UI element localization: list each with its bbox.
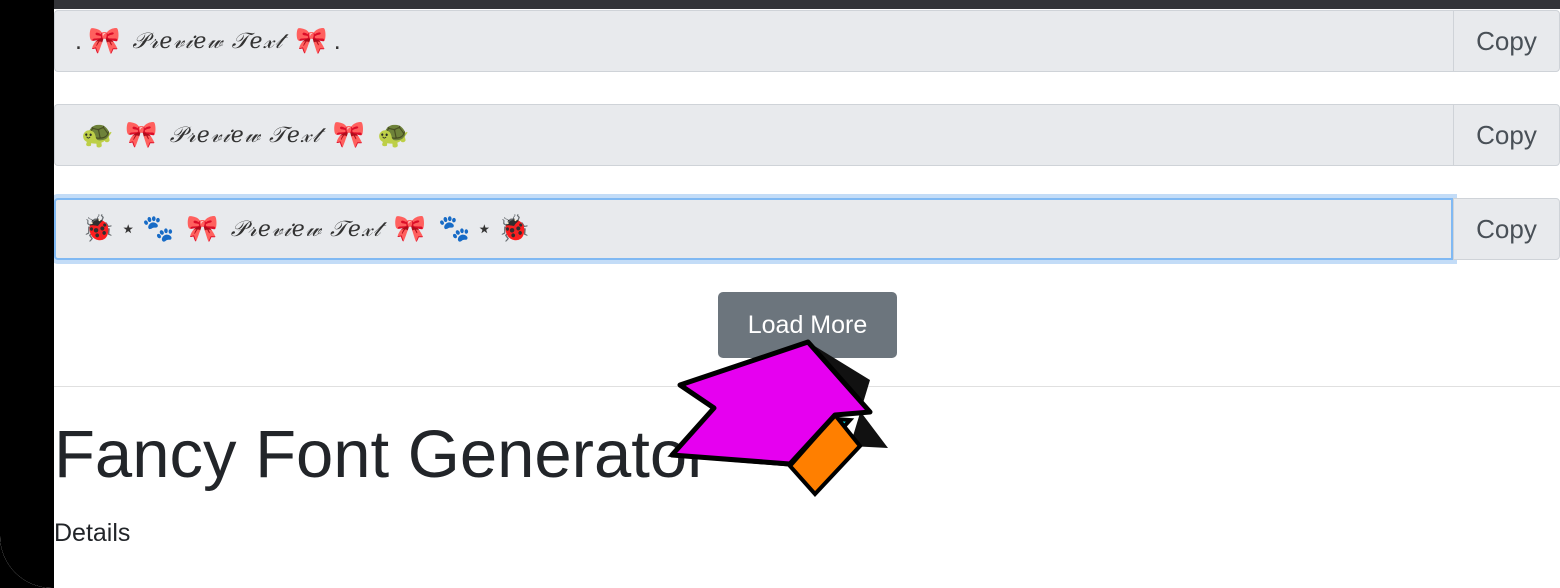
3d-arrow-cursor-icon [667, 339, 888, 497]
browser-viewport: . 🎀 𝒫𝓇𝑒𝓋𝒾𝑒𝓌 𝒯𝑒𝓍𝓉 🎀 . Copy 🐢 🎀 𝒫𝓇𝑒𝓋𝒾𝑒𝓌 𝒯𝑒… [0, 0, 1560, 588]
screen-bezel [0, 0, 54, 588]
